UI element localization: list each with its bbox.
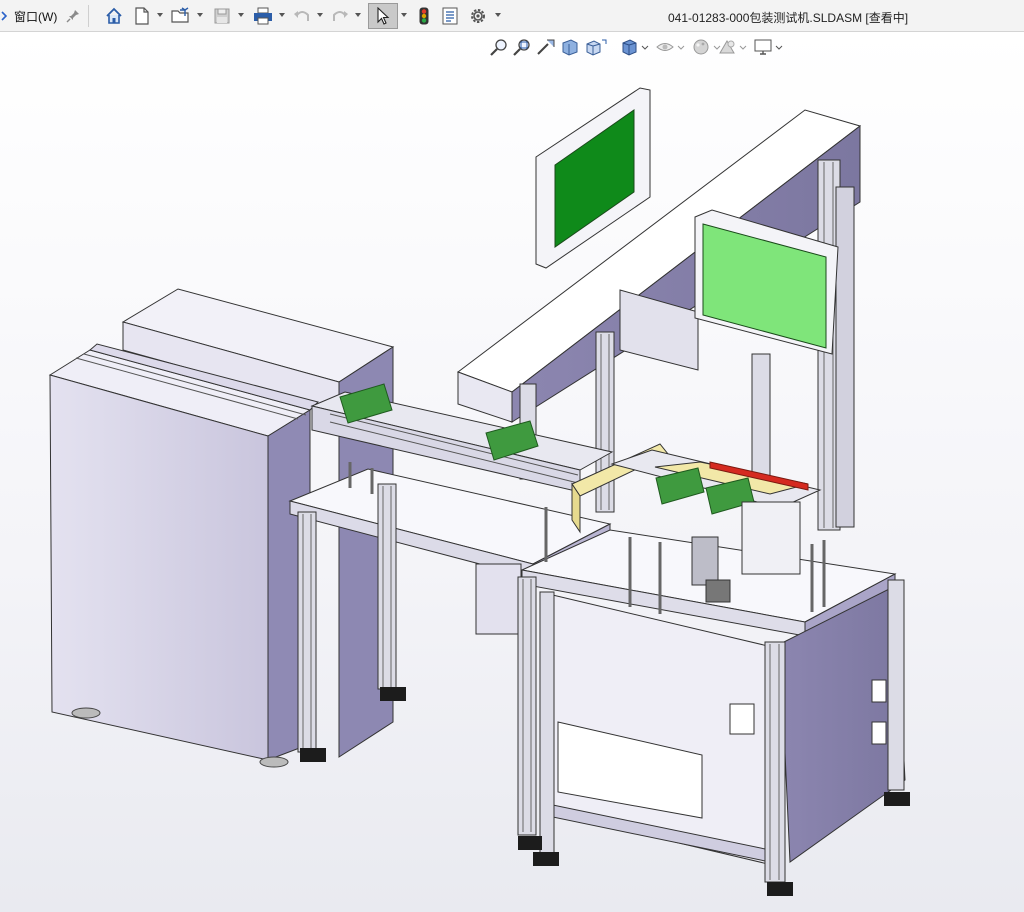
select-dropdown-icon[interactable] (401, 13, 407, 17)
home-icon[interactable] (104, 6, 124, 26)
toolbar-separator (88, 5, 89, 27)
new-dropdown-icon[interactable] (157, 13, 163, 17)
rebuild-traffic-light-icon[interactable] (416, 6, 432, 26)
monitor-right (694, 209, 839, 355)
redo-dropdown-icon[interactable] (355, 13, 361, 17)
save-dropdown-icon[interactable] (238, 13, 244, 17)
print-icon[interactable] (252, 6, 274, 26)
open-folder-icon[interactable] (170, 6, 192, 26)
open-dropdown-icon[interactable] (197, 13, 203, 17)
arrow-icon[interactable] (0, 10, 8, 22)
menu-window[interactable]: 窗口(W) (14, 8, 57, 25)
assembly-model[interactable] (0, 32, 1024, 912)
redo-icon[interactable] (330, 6, 350, 26)
options-dropdown-icon[interactable] (495, 13, 501, 17)
file-properties-icon[interactable] (440, 6, 460, 26)
select-pointer-icon[interactable] (373, 6, 393, 26)
print-dropdown-icon[interactable] (279, 13, 285, 17)
undo-icon[interactable] (292, 6, 312, 26)
save-icon[interactable] (212, 6, 232, 26)
document-title: 041-01283-000包装测试机.SLDASM [查看中] (668, 11, 909, 25)
command-bar: 窗口(W) 041-01283-000包装测试机.SLDASM [查看中] (0, 0, 1024, 32)
options-gear-icon[interactable] (468, 6, 488, 26)
new-document-icon[interactable] (132, 6, 152, 26)
undo-dropdown-icon[interactable] (317, 13, 323, 17)
pin-icon[interactable] (64, 7, 82, 25)
